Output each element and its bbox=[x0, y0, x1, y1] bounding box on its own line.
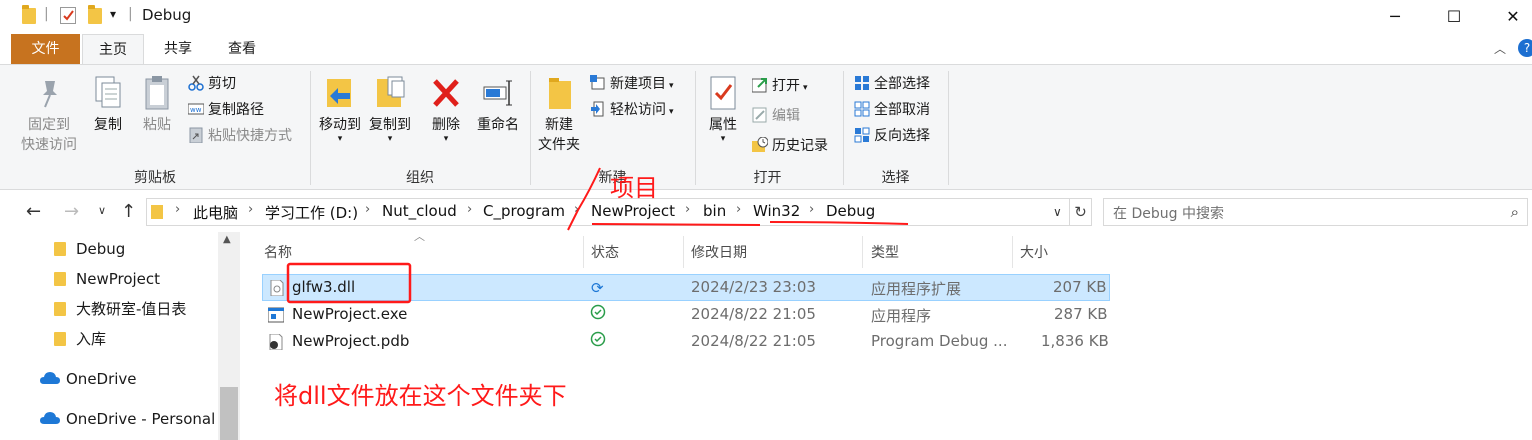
annotation-strokes bbox=[286, 167, 909, 304]
annotation-box bbox=[286, 262, 412, 304]
annotation-slash bbox=[567, 167, 601, 231]
annotation-project-label: 项目 bbox=[610, 174, 658, 202]
annotation-underline bbox=[591, 221, 909, 226]
annotation-instruction: 将dll文件放在这个文件夹下 bbox=[274, 382, 567, 410]
